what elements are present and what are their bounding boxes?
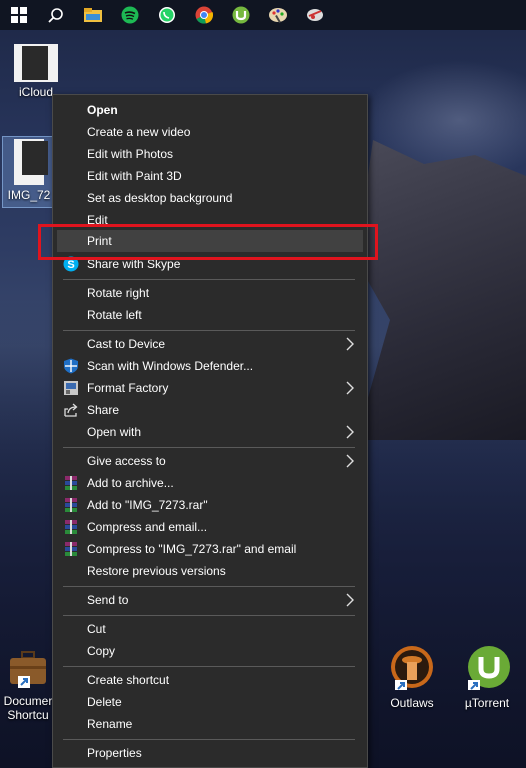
utorrent-icon[interactable]: [222, 0, 259, 30]
menu-item-restore-versions[interactable]: Restore previous versions: [53, 560, 367, 582]
menu-item-rotate-left[interactable]: Rotate left: [53, 304, 367, 326]
menu-item-scan-defender[interactable]: Scan with Windows Defender...: [53, 355, 367, 377]
chevron-right-icon: [346, 381, 354, 395]
image-thumbnail-icon: [14, 139, 48, 185]
utorrent-icon: [468, 646, 510, 692]
menu-item-cut[interactable]: Cut: [53, 618, 367, 640]
desktop-icon-outlaws[interactable]: Outlaws: [384, 644, 440, 710]
chevron-right-icon: [346, 337, 354, 351]
desktop-icon-label: IMG_72: [7, 188, 51, 202]
chrome-icon[interactable]: [185, 0, 222, 30]
desktop-icon-label: Outlaws: [390, 696, 434, 710]
menu-item-give-access[interactable]: Give access to: [53, 450, 367, 472]
windows-start-icon[interactable]: [0, 0, 37, 30]
image-thumbnail-icon: [14, 44, 58, 82]
menu-separator: [63, 279, 355, 280]
menu-item-edit-paint3d[interactable]: Edit with Paint 3D: [53, 165, 367, 187]
winrar-icon: [65, 520, 77, 534]
winrar-icon: [65, 498, 77, 512]
menu-item-compress-email[interactable]: Compress and email...: [53, 516, 367, 538]
desktop-icon-label-line1: Documer: [3, 694, 53, 708]
winrar-icon: [65, 476, 77, 490]
menu-separator: [63, 447, 355, 448]
menu-item-delete[interactable]: Delete: [53, 691, 367, 713]
menu-item-copy[interactable]: Copy: [53, 640, 367, 662]
desktop-icon-documents-shortcut[interactable]: Documer Shortcu: [2, 650, 54, 722]
file-explorer-icon[interactable]: [74, 0, 111, 30]
network-icon[interactable]: [296, 0, 333, 30]
menu-item-format-factory[interactable]: Format Factory: [53, 377, 367, 399]
desktop-icon-utorrent[interactable]: µTorrent: [458, 644, 516, 710]
briefcase-icon: [10, 651, 46, 688]
menu-item-rename[interactable]: Rename: [53, 713, 367, 735]
menu-item-open-with[interactable]: Open with: [53, 421, 367, 443]
mountain-background: [356, 140, 526, 440]
taskbar: [0, 0, 526, 30]
menu-item-create-shortcut[interactable]: Create shortcut: [53, 669, 367, 691]
menu-separator: [63, 615, 355, 616]
menu-item-set-background[interactable]: Set as desktop background: [53, 187, 367, 209]
menu-item-share[interactable]: Share: [53, 399, 367, 421]
spotify-icon[interactable]: [111, 0, 148, 30]
menu-separator: [63, 666, 355, 667]
desktop-icon-label: µTorrent: [464, 696, 510, 710]
winrar-icon: [65, 542, 77, 556]
whatsapp-icon[interactable]: [148, 0, 185, 30]
menu-item-edit-photos[interactable]: Edit with Photos: [53, 143, 367, 165]
desktop-icon-img[interactable]: IMG_72: [2, 136, 56, 208]
menu-separator: [63, 330, 355, 331]
menu-item-open[interactable]: Open: [53, 99, 367, 121]
menu-item-add-archive[interactable]: Add to archive...: [53, 472, 367, 494]
chevron-right-icon: [346, 593, 354, 607]
context-menu: Open Create a new video Edit with Photos…: [52, 94, 368, 768]
search-icon[interactable]: [37, 0, 74, 30]
format-factory-icon: [64, 381, 78, 395]
menu-item-create-video[interactable]: Create a new video: [53, 121, 367, 143]
paint-icon[interactable]: [259, 0, 296, 30]
menu-item-add-to-rar[interactable]: Add to "IMG_7273.rar": [53, 494, 367, 516]
chevron-right-icon: [346, 425, 354, 439]
desktop-icon-icloud[interactable]: iCloud: [8, 44, 64, 99]
menu-item-rotate-right[interactable]: Rotate right: [53, 282, 367, 304]
menu-item-send-to[interactable]: Send to: [53, 589, 367, 611]
menu-item-compress-rar-email[interactable]: Compress to "IMG_7273.rar" and email: [53, 538, 367, 560]
share-icon: [64, 403, 78, 417]
desktop-icon-label-line2: Shortcu: [7, 708, 49, 722]
highlight-box: [38, 224, 378, 260]
windows-defender-icon: [64, 358, 78, 374]
outlaws-game-icon: [391, 646, 433, 692]
svg-text:S: S: [67, 259, 74, 271]
menu-separator: [63, 586, 355, 587]
menu-item-cast-to-device[interactable]: Cast to Device: [53, 333, 367, 355]
chevron-right-icon: [346, 454, 354, 468]
menu-item-properties[interactable]: Properties: [53, 742, 367, 764]
menu-separator: [63, 739, 355, 740]
